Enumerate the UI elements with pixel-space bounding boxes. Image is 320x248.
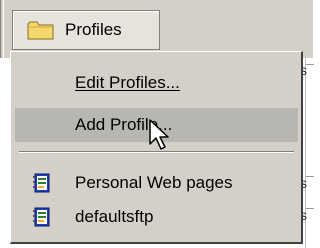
toolbar-divider xyxy=(0,0,4,58)
profiles-button-label: Profiles xyxy=(65,20,122,39)
menu-item-label: Personal Web pages xyxy=(75,173,233,192)
menu-item-personal-web-pages[interactable]: Personal Web pages xyxy=(15,166,298,200)
profiles-button[interactable]: Profiles xyxy=(12,10,160,50)
menu-item-label: defaultsftp xyxy=(75,207,154,226)
menu-item-label: Edit Profiles... xyxy=(75,73,180,92)
profile-book-icon xyxy=(33,173,50,193)
folder-icon xyxy=(27,21,54,40)
menu-item-edit-profiles[interactable]: Edit Profiles... xyxy=(15,66,298,100)
menu-item-defaultsftp[interactable]: defaultsftp xyxy=(15,200,298,234)
mouse-cursor-icon xyxy=(149,119,169,150)
profile-book-icon xyxy=(33,207,50,227)
